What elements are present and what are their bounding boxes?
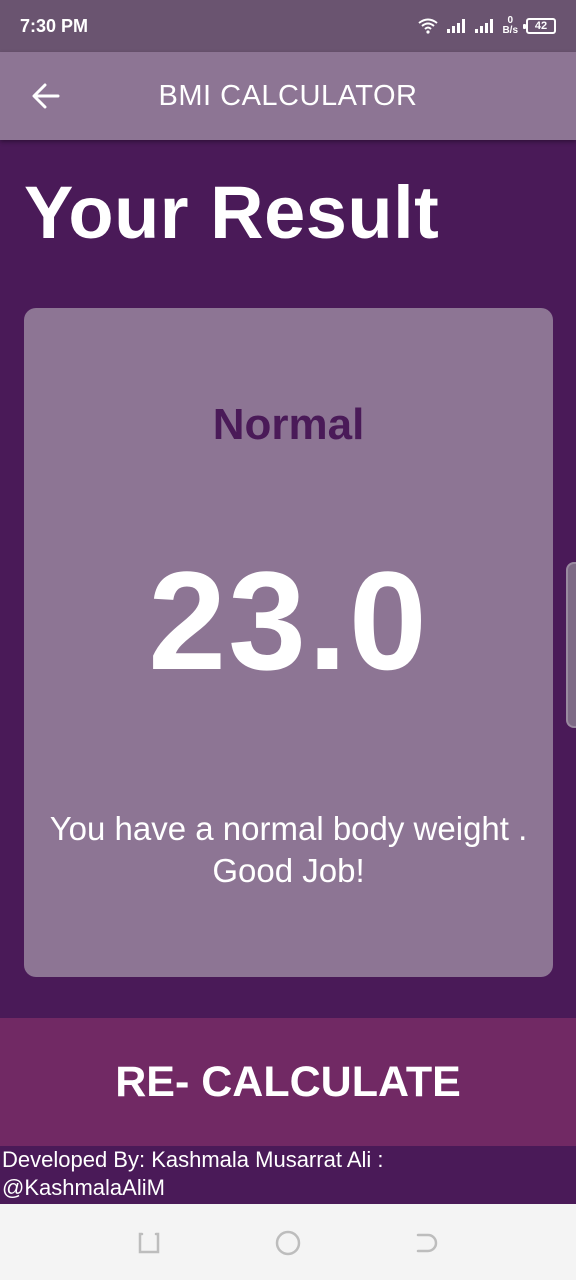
app-title: BMI CALCULATOR: [158, 80, 418, 112]
battery-icon: 42: [523, 18, 556, 34]
footer: Developed By: Kashmala Musarrat Ali : @K…: [0, 1146, 576, 1204]
page-title: Your Result: [24, 171, 440, 254]
result-message: You have a normal body weight . Good Job…: [49, 810, 528, 889]
status-time: 7:30 PM: [20, 15, 89, 36]
bmi-value: 23.0: [148, 542, 429, 699]
status-icons: 0 B/s 42: [418, 16, 556, 36]
result-card: Normal 23.0 You have a normal body weigh…: [24, 308, 553, 977]
status-bar: 7:30 PM 0 B/s 42: [0, 0, 576, 52]
recalculate-label: RE- CALCULATE: [115, 1057, 461, 1106]
network-speed: 0 B/s: [502, 16, 518, 36]
battery-level: 42: [534, 20, 548, 32]
recents-icon[interactable]: [136, 1230, 162, 1256]
recalculate-button[interactable]: RE- CALCULATE: [0, 1018, 576, 1146]
result-category: Normal: [212, 400, 365, 449]
wifi-icon: [418, 18, 439, 34]
footer-credit: Developed By: Kashmala Musarrat Ali :: [2, 1147, 384, 1172]
edge-panel-handle[interactable]: [566, 562, 576, 728]
home-circle-icon[interactable]: [275, 1230, 301, 1256]
signal-icon-2: [475, 19, 494, 33]
footer-handle: @KashmalaAliM: [2, 1175, 165, 1200]
system-nav-bar: [0, 1204, 576, 1280]
back-icon[interactable]: [414, 1230, 440, 1256]
network-speed-unit: B/s: [502, 25, 518, 36]
signal-icon: [447, 19, 466, 33]
app-bar: BMI CALCULATOR: [0, 52, 576, 140]
